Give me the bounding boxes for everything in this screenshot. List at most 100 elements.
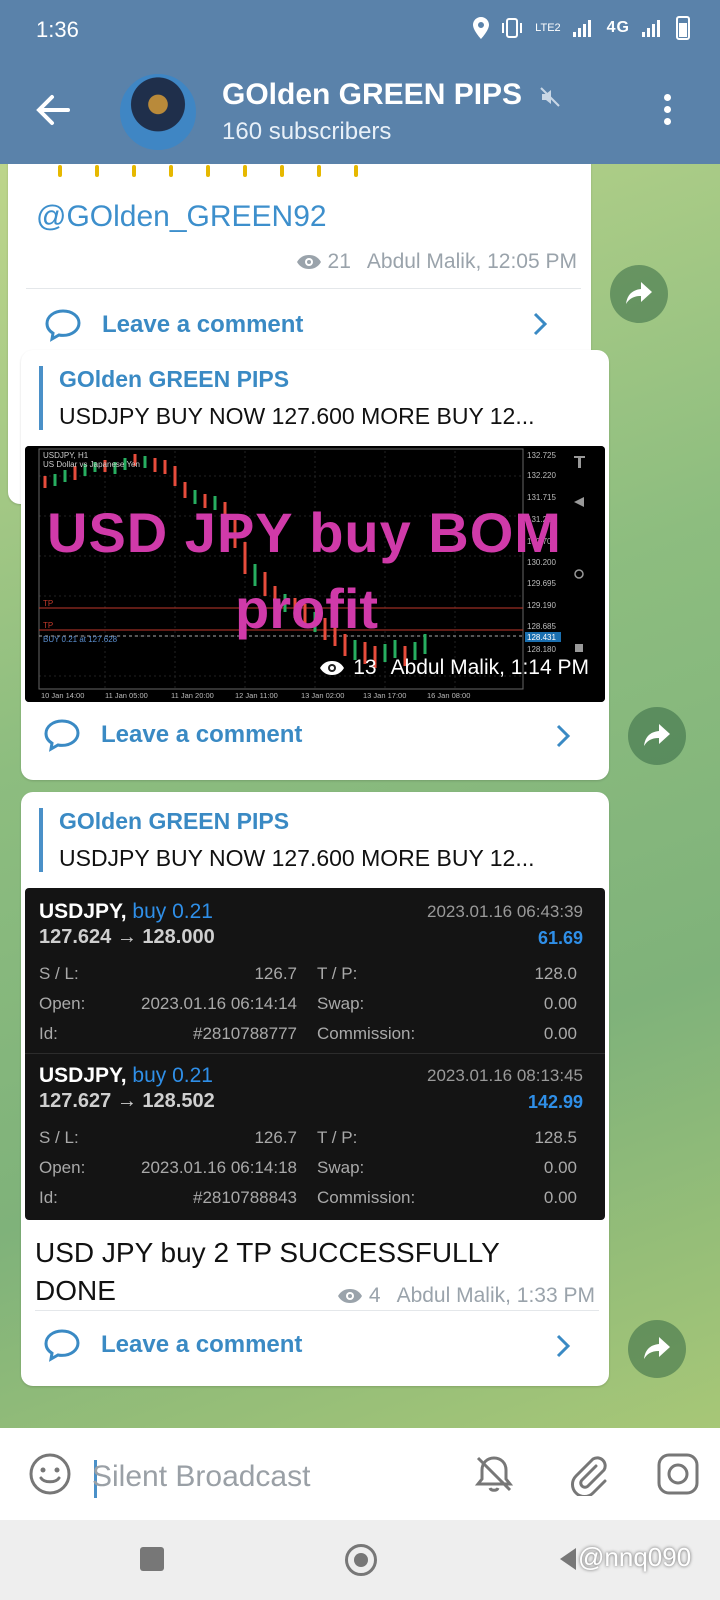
time-tick: 11 Jan 05:00: [105, 691, 148, 700]
forward-button[interactable]: [628, 707, 686, 765]
subscriber-count: 160 subscribers: [222, 118, 392, 145]
sl-label: S / L:: [39, 964, 79, 983]
trade-prices: 127.624 → 128.000: [39, 926, 215, 948]
eye-icon: [337, 1289, 362, 1303]
trade-profit: 61.69: [537, 928, 583, 948]
leave-comment-button[interactable]: Leave a comment: [43, 1328, 302, 1362]
comment-bubble-icon: [44, 719, 80, 752]
chat-area[interactable]: @GOlden_GREEN92 21 Abdul Malik, 12:05 PM…: [0, 164, 720, 1428]
commission-value: 0.00: [543, 1024, 577, 1043]
message-card: GOlden GREEN PIPS USDJPY BUY NOW 127.600…: [21, 350, 609, 780]
back-button[interactable]: [560, 1548, 576, 1570]
id-label: Id:: [39, 1024, 58, 1043]
media-meta: 13 Abdul Malik, 1:14 PM: [319, 656, 589, 680]
time-tick: 13 Jan 17:00: [363, 691, 406, 700]
quote-text: USDJPY BUY NOW 127.600 MORE BUY 12...: [59, 845, 535, 871]
composer-bar: Silent Broadcast: [0, 1428, 720, 1520]
time-tick: 12 Jan 11:00: [235, 691, 278, 700]
eye-icon: [320, 661, 345, 675]
sl-label: S / L:: [39, 1128, 79, 1147]
comment-label: Leave a comment: [102, 311, 304, 338]
author-time: Abdul Malik, 12:05 PM: [366, 250, 577, 273]
tp-label-1: TP: [43, 599, 53, 608]
price-tick: 128.685: [527, 622, 556, 631]
back-arrow-icon[interactable]: [32, 90, 72, 130]
view-count: 13: [353, 656, 377, 679]
id-label: Id:: [39, 1188, 58, 1207]
status-bar: 1:36 LTE2 4G: [0, 0, 720, 62]
lte-label: LTE2: [535, 22, 561, 34]
time-tick: 13 Jan 02:00: [301, 691, 344, 700]
attach-icon[interactable]: [566, 1452, 610, 1496]
app-header: 1:36 LTE2 4G GOlden GREEN PIPS 160 subsc…: [0, 0, 720, 164]
home-button[interactable]: [345, 1544, 377, 1576]
channel-title[interactable]: GOlden GREEN PIPS: [222, 78, 522, 112]
forward-icon: [644, 1337, 670, 1359]
message-meta: 21 Abdul Malik, 12:05 PM: [296, 250, 577, 274]
open-label: Open:: [39, 994, 86, 1013]
location-icon: [473, 17, 490, 39]
recents-button[interactable]: [140, 1547, 164, 1571]
battery-icon: [676, 16, 690, 40]
view-count: 21: [327, 250, 351, 273]
order-label: BUY 0.21 at 127.628: [43, 635, 118, 644]
eye-icon: [296, 255, 321, 269]
more-vert-icon[interactable]: [664, 94, 672, 128]
chevron-right-icon[interactable]: [553, 723, 573, 749]
commission-value: 0.00: [543, 1188, 577, 1207]
time-tick: 16 Jan 08:00: [427, 691, 470, 700]
swap-value: 0.00: [543, 1158, 577, 1177]
forward-button[interactable]: [610, 265, 668, 323]
chevron-right-icon[interactable]: [553, 1333, 573, 1359]
signal-2-icon: [642, 20, 660, 37]
leave-comment-button[interactable]: Leave a comment: [43, 718, 302, 752]
divider: [26, 288, 581, 289]
trade-date: 2023.01.16 08:13:45: [427, 1066, 583, 1085]
forward-icon: [644, 724, 670, 746]
chevron-right-icon[interactable]: [530, 311, 550, 337]
view-count: 4: [368, 1284, 381, 1307]
comment-bubble-icon: [45, 309, 81, 342]
system-nav-bar: @nnq090: [0, 1520, 720, 1600]
trade-history-image[interactable]: USDJPY, buy 0.21 127.624 → 128.000 2023.…: [25, 888, 605, 1220]
emoji-icon[interactable]: [28, 1452, 72, 1496]
tp-label-2: TP: [43, 621, 53, 630]
price-tick: 129.190: [527, 601, 556, 610]
reply-quote[interactable]: GOlden GREEN PIPS USDJPY BUY NOW 127.600…: [39, 366, 579, 430]
quote-title: GOlden GREEN PIPS: [59, 808, 290, 834]
message-input[interactable]: Silent Broadcast: [92, 1460, 310, 1494]
id-value: #2810788777: [192, 1024, 297, 1043]
id-value: #2810788843: [192, 1188, 297, 1207]
chart-desc-label: US Dollar vs Japanese Yen: [43, 460, 140, 469]
network-label: 4G: [606, 19, 630, 36]
vibrate-icon: [502, 18, 523, 38]
reply-quote[interactable]: GOlden GREEN PIPS USDJPY BUY NOW 127.600…: [39, 808, 579, 872]
quote-text: USDJPY BUY NOW 127.600 MORE BUY 12...: [59, 403, 535, 429]
trade-symbol: USDJPY, buy 0.21: [39, 1064, 213, 1087]
channel-avatar[interactable]: [118, 72, 198, 152]
decorative-dots: [58, 164, 391, 182]
comment-label: Leave a comment: [101, 721, 303, 748]
leave-comment-button[interactable]: Leave a comment: [44, 308, 303, 342]
trade-symbol: USDJPY, buy 0.21: [39, 900, 213, 923]
tp-value: 128.5: [534, 1128, 577, 1147]
quote-title: GOlden GREEN PIPS: [59, 366, 290, 392]
comment-label: Leave a comment: [101, 1331, 303, 1358]
bell-off-icon[interactable]: [472, 1452, 516, 1496]
sl-value: 126.7: [254, 1128, 297, 1147]
price-tick-current: 128.431: [527, 633, 556, 642]
trade-profit: 142.99: [527, 1092, 583, 1112]
status-icons: LTE2 4G: [473, 16, 690, 40]
channel-mention-link[interactable]: @GOlden_GREEN92: [36, 200, 327, 234]
trade-entry: USDJPY, buy 0.21 127.627 → 128.502 2023.…: [25, 1052, 605, 1218]
camera-icon[interactable]: [656, 1452, 700, 1496]
forward-button[interactable]: [628, 1320, 686, 1378]
price-tick: 132.220: [527, 471, 556, 480]
divider: [35, 1310, 599, 1311]
trade-prices: 127.627 → 128.502: [39, 1090, 215, 1112]
author-time: Abdul Malik, 1:14 PM: [390, 656, 589, 679]
chart-screenshot-image[interactable]: USDJPY, H1 US Dollar vs Japanese Yen TP …: [25, 446, 605, 702]
tp-label: T / P:: [317, 964, 358, 983]
message-card: GOlden GREEN PIPS USDJPY BUY NOW 127.600…: [21, 792, 609, 1386]
tp-label: T / P:: [317, 1128, 358, 1147]
